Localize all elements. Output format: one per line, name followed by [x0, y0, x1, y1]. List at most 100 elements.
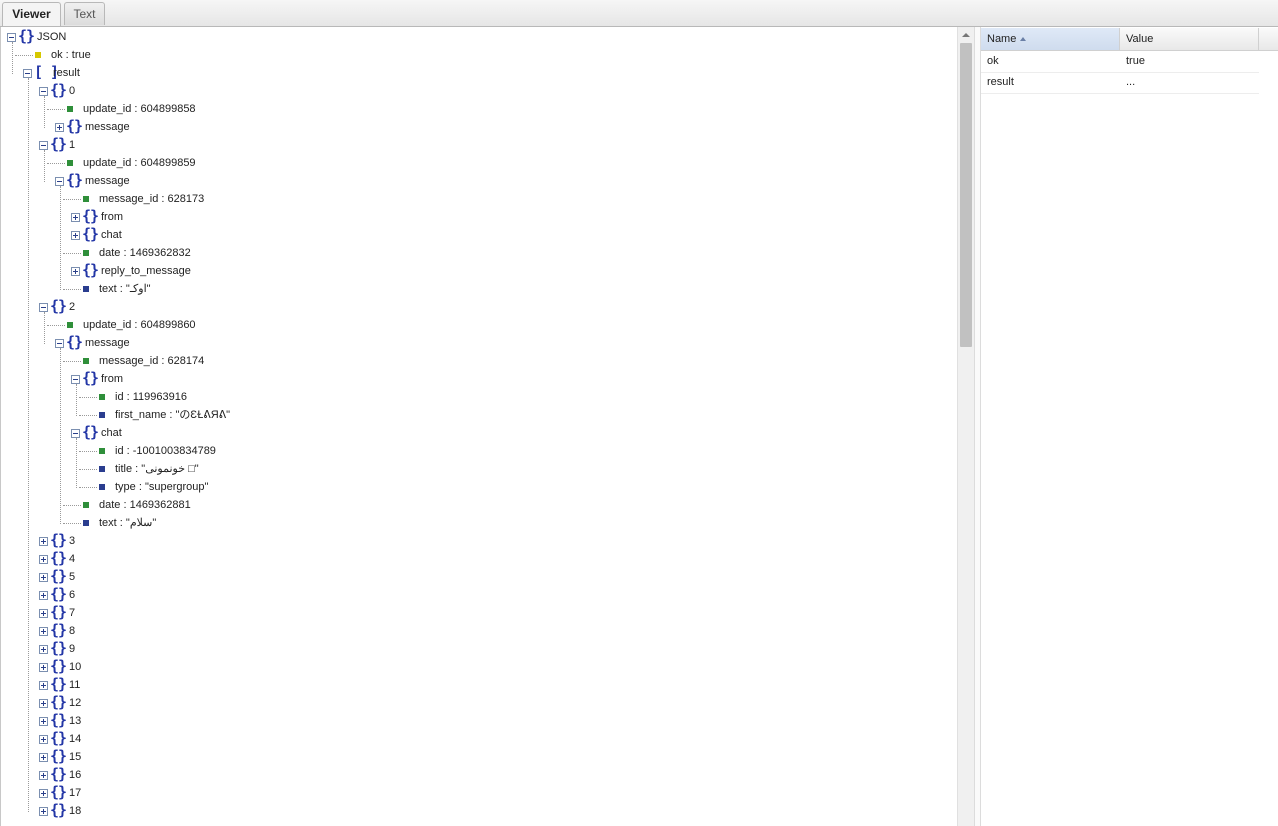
tree-node-collapsed[interactable]: {} 4 — [1, 550, 951, 568]
tree-node-0[interactable]: {} 0 — [1, 82, 951, 100]
tree-leaf-date[interactable]: date : 1469362832 — [1, 244, 951, 262]
expand-toggle-icon[interactable] — [39, 699, 48, 708]
tree-node-collapsed[interactable]: {} 5 — [1, 568, 951, 586]
tab-text[interactable]: Text — [64, 2, 105, 25]
tree-node-chat[interactable]: {} chat — [1, 424, 951, 442]
tree-leaf-text[interactable]: text : "اوکـ" — [1, 280, 951, 298]
tree-leaf-type[interactable]: type : "supergroup" — [1, 478, 951, 496]
property-grid: Name Value ok true result ... — [981, 28, 1278, 826]
collapse-toggle-icon[interactable] — [7, 33, 16, 42]
tree-node-collapsed[interactable]: {} 9 — [1, 640, 951, 658]
expand-toggle-icon[interactable] — [39, 717, 48, 726]
panel-splitter[interactable] — [974, 27, 981, 826]
collapse-toggle-icon[interactable] — [71, 429, 80, 438]
tree-node-collapsed[interactable]: {} 7 — [1, 604, 951, 622]
expand-toggle-icon[interactable] — [39, 537, 48, 546]
tree-scrollbar[interactable] — [957, 27, 974, 826]
tree-leaf-update-id[interactable]: update_id : 604899858 — [1, 100, 951, 118]
scrollbar-thumb[interactable] — [960, 43, 972, 347]
expand-toggle-icon[interactable] — [39, 771, 48, 780]
expand-toggle-icon[interactable] — [39, 681, 48, 690]
tree-node-message[interactable]: {} message — [1, 118, 951, 136]
tab-viewer[interactable]: Viewer — [2, 2, 61, 26]
grid-cell-value: true — [1126, 55, 1145, 67]
collapse-toggle-icon[interactable] — [39, 141, 48, 150]
tree-node-collapsed[interactable]: {} 14 — [1, 730, 951, 748]
string-value-icon — [83, 286, 89, 292]
tree-node-label: update_id : 604899858 — [83, 103, 196, 115]
collapse-toggle-icon[interactable] — [55, 339, 64, 348]
tree-leaf-title[interactable]: title : "خونمونی □" — [1, 460, 951, 478]
grid-cell-name: ok — [987, 55, 999, 67]
expand-toggle-icon[interactable] — [71, 213, 80, 222]
tree-node-collapsed[interactable]: {} 18 — [1, 802, 951, 820]
expand-toggle-icon[interactable] — [39, 753, 48, 762]
tree-node-result[interactable]: [ ] result — [1, 64, 951, 82]
expand-toggle-icon[interactable] — [39, 573, 48, 582]
object-icon: {} — [66, 333, 83, 351]
object-icon: {} — [50, 711, 67, 729]
tree-leaf-date[interactable]: date : 1469362881 — [1, 496, 951, 514]
tree-leaf-message-id[interactable]: message_id : 628174 — [1, 352, 951, 370]
expand-toggle-icon[interactable] — [39, 735, 48, 744]
expand-toggle-icon[interactable] — [39, 807, 48, 816]
column-header-name[interactable]: Name — [981, 28, 1120, 50]
expand-toggle-icon[interactable] — [55, 123, 64, 132]
tree-node-collapsed[interactable]: {} 17 — [1, 784, 951, 802]
scroll-up-arrow-icon[interactable] — [958, 27, 974, 43]
expand-toggle-icon[interactable] — [71, 231, 80, 240]
tree-node-chat[interactable]: {} chat — [1, 226, 951, 244]
number-value-icon — [67, 322, 73, 328]
tree-node-collapsed[interactable]: {} 15 — [1, 748, 951, 766]
tree-leaf-message-id[interactable]: message_id : 628173 — [1, 190, 951, 208]
object-icon: {} — [50, 621, 67, 639]
grid-row[interactable]: ok true — [981, 51, 1259, 73]
tree-node-from[interactable]: {} from — [1, 370, 951, 388]
tree-node-message[interactable]: {} message — [1, 334, 951, 352]
expand-toggle-icon[interactable] — [39, 555, 48, 564]
tree-node-label: text : "سلام" — [99, 517, 157, 529]
column-header-value[interactable]: Value — [1120, 28, 1259, 50]
tree-leaf-ok[interactable]: ok : true — [1, 46, 951, 64]
object-icon: {} — [50, 603, 67, 621]
tree-node-collapsed[interactable]: {} 6 — [1, 586, 951, 604]
tree-leaf-id[interactable]: id : 119963916 — [1, 388, 951, 406]
number-value-icon — [67, 160, 73, 166]
number-value-icon — [83, 358, 89, 364]
grid-row[interactable]: result ... — [981, 72, 1259, 94]
tree-node-label: 10 — [69, 661, 82, 673]
tree-node-collapsed[interactable]: {} 10 — [1, 658, 951, 676]
tree-leaf-update-id[interactable]: update_id : 604899859 — [1, 154, 951, 172]
tree-node-2[interactable]: {} 2 — [1, 298, 951, 316]
tree-node-message[interactable]: {} message — [1, 172, 951, 190]
tree-leaf-update-id[interactable]: update_id : 604899860 — [1, 316, 951, 334]
collapse-toggle-icon[interactable] — [71, 375, 80, 384]
tree-node-collapsed[interactable]: {} 3 — [1, 532, 951, 550]
collapse-toggle-icon[interactable] — [39, 303, 48, 312]
collapse-toggle-icon[interactable] — [55, 177, 64, 186]
expand-toggle-icon[interactable] — [39, 789, 48, 798]
expand-toggle-icon[interactable] — [39, 609, 48, 618]
tree-node-collapsed[interactable]: {} 13 — [1, 712, 951, 730]
tree-node-from[interactable]: {} from — [1, 208, 951, 226]
expand-toggle-icon[interactable] — [71, 267, 80, 276]
tree-leaf-id[interactable]: id : -1001003834789 — [1, 442, 951, 460]
expand-toggle-icon[interactable] — [39, 645, 48, 654]
tree-leaf-text[interactable]: text : "سلام" — [1, 514, 951, 532]
boolean-value-icon — [35, 52, 41, 58]
expand-toggle-icon[interactable] — [39, 663, 48, 672]
expand-toggle-icon[interactable] — [39, 591, 48, 600]
collapse-toggle-icon[interactable] — [23, 69, 32, 78]
expand-toggle-icon[interactable] — [39, 627, 48, 636]
collapse-toggle-icon[interactable] — [39, 87, 48, 96]
tree-node-reply-to-message[interactable]: {} reply_to_message — [1, 262, 951, 280]
tree-node-collapsed[interactable]: {} 8 — [1, 622, 951, 640]
object-icon: {} — [50, 585, 67, 603]
tree-node-collapsed[interactable]: {} 11 — [1, 676, 951, 694]
tree-node-collapsed[interactable]: {} 16 — [1, 766, 951, 784]
tree-node-collapsed[interactable]: {} 12 — [1, 694, 951, 712]
tree-node-root[interactable]: {} JSON — [1, 28, 951, 46]
tree-node-1[interactable]: {} 1 — [1, 136, 951, 154]
grid-cell-name: result — [987, 76, 1014, 88]
tree-leaf-first-name[interactable]: first_name : "のƐⱢᕕЯᕕ" — [1, 406, 951, 424]
